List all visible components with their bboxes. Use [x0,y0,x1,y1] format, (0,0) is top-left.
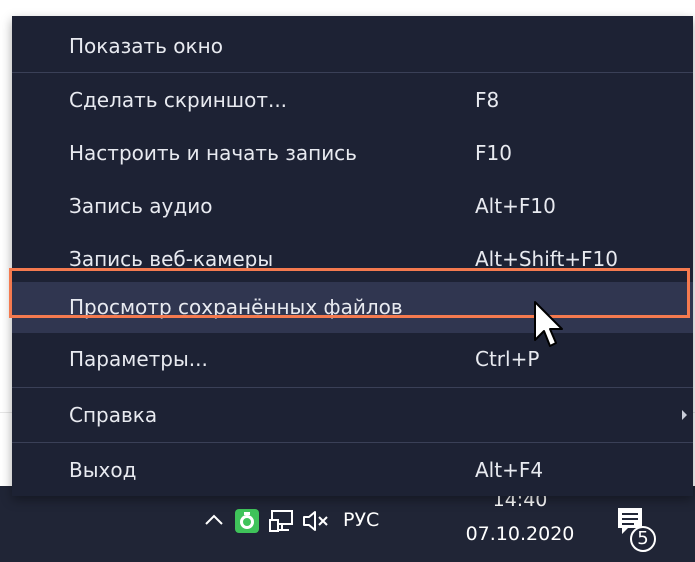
menu-item-label: Запись веб-камеры [69,247,274,271]
menu-item-shortcut: Alt+F4 [475,458,544,482]
menu-separator [12,387,693,388]
menu-item-settings[interactable]: Параметры... Ctrl+P [12,333,693,386]
menu-item-label: Запись аудио [69,194,213,218]
notification-count-badge: 5 [637,528,649,549]
menu-item-help[interactable]: Справка [12,389,693,442]
menu-item-label: Просмотр сохранённых файлов [69,295,403,319]
menu-separator [12,72,693,73]
tray-app-icon[interactable] [234,508,260,534]
menu-item-shortcut: Alt+Shift+F10 [475,247,619,271]
menu-item-setup-record[interactable]: Настроить и начать запись F10 [12,127,693,180]
menu-item-shortcut: Ctrl+P [475,347,540,371]
taskbar: РУС 14:40 07.10.2020 5 [0,486,695,562]
volume-muted-icon[interactable] [301,508,331,534]
menu-separator [12,442,693,443]
menu-item-shortcut: F8 [475,88,500,112]
menu-item-label: Показать окно [69,34,223,58]
menu-item-label: Сделать скриншот... [69,88,288,112]
menu-item-view-saved-files[interactable]: Просмотр сохранённых файлов [12,282,693,333]
submenu-arrow-icon [682,410,687,420]
menu-item-shortcut: Alt+F10 [475,194,556,218]
chevron-up-icon[interactable] [203,509,225,531]
clock-date[interactable]: 07.10.2020 [462,522,578,546]
menu-item-label: Справка [69,403,158,427]
menu-item-show-window[interactable]: Показать окно [12,20,693,73]
menu-item-label: Параметры... [69,347,208,371]
tray-context-menu: Показать окно Сделать скриншот... F8 Нас… [12,16,693,496]
network-icon[interactable] [269,508,295,534]
menu-item-screenshot[interactable]: Сделать скриншот... F8 [12,74,693,127]
menu-item-record-audio[interactable]: Запись аудио Alt+F10 [12,180,693,233]
menu-item-shortcut: F10 [475,141,512,165]
menu-item-exit[interactable]: Выход Alt+F4 [12,444,693,497]
language-indicator[interactable]: РУС [343,507,379,533]
mouse-cursor-icon [532,300,566,352]
menu-item-label: Выход [69,458,137,482]
menu-item-record-webcam[interactable]: Запись веб-камеры Alt+Shift+F10 [12,233,693,286]
menu-item-label: Настроить и начать запись [69,141,357,165]
